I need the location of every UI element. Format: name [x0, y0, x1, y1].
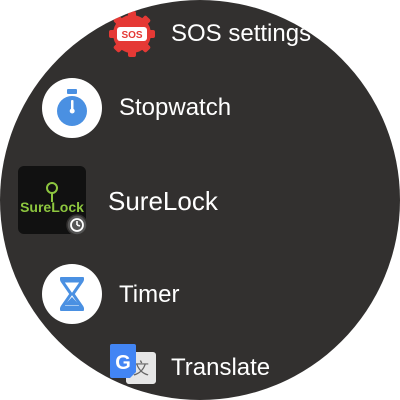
svg-text:SOS: SOS: [121, 30, 142, 41]
app-item-stopwatch[interactable]: Stopwatch: [40, 76, 300, 140]
app-item-surelock[interactable]: SureLock SureLock: [16, 164, 296, 238]
app-item-translate[interactable]: 文 G Translate: [100, 340, 300, 392]
stopwatch-icon: [42, 78, 102, 138]
app-item-timer[interactable]: Timer: [40, 262, 300, 326]
hourglass-icon: [42, 264, 102, 324]
sos-settings-icon: SOS: [106, 8, 158, 60]
app-label-sos-settings: SOS settings: [171, 20, 312, 47]
watch-screen: SOS SOS settings Stopwatch SureLock Sure…: [0, 0, 400, 400]
surelock-icon: SureLock: [18, 166, 88, 236]
app-label-translate: Translate: [171, 354, 271, 381]
clock-badge-icon: [66, 214, 88, 236]
svg-text:SureLock: SureLock: [20, 199, 84, 215]
app-label-surelock: SureLock: [108, 186, 218, 216]
app-item-sos-settings[interactable]: SOS SOS settings: [100, 6, 320, 62]
svg-text:G: G: [115, 352, 131, 374]
google-translate-icon: 文 G: [108, 342, 158, 388]
app-label-stopwatch: Stopwatch: [119, 94, 232, 121]
app-label-timer: Timer: [119, 281, 180, 308]
